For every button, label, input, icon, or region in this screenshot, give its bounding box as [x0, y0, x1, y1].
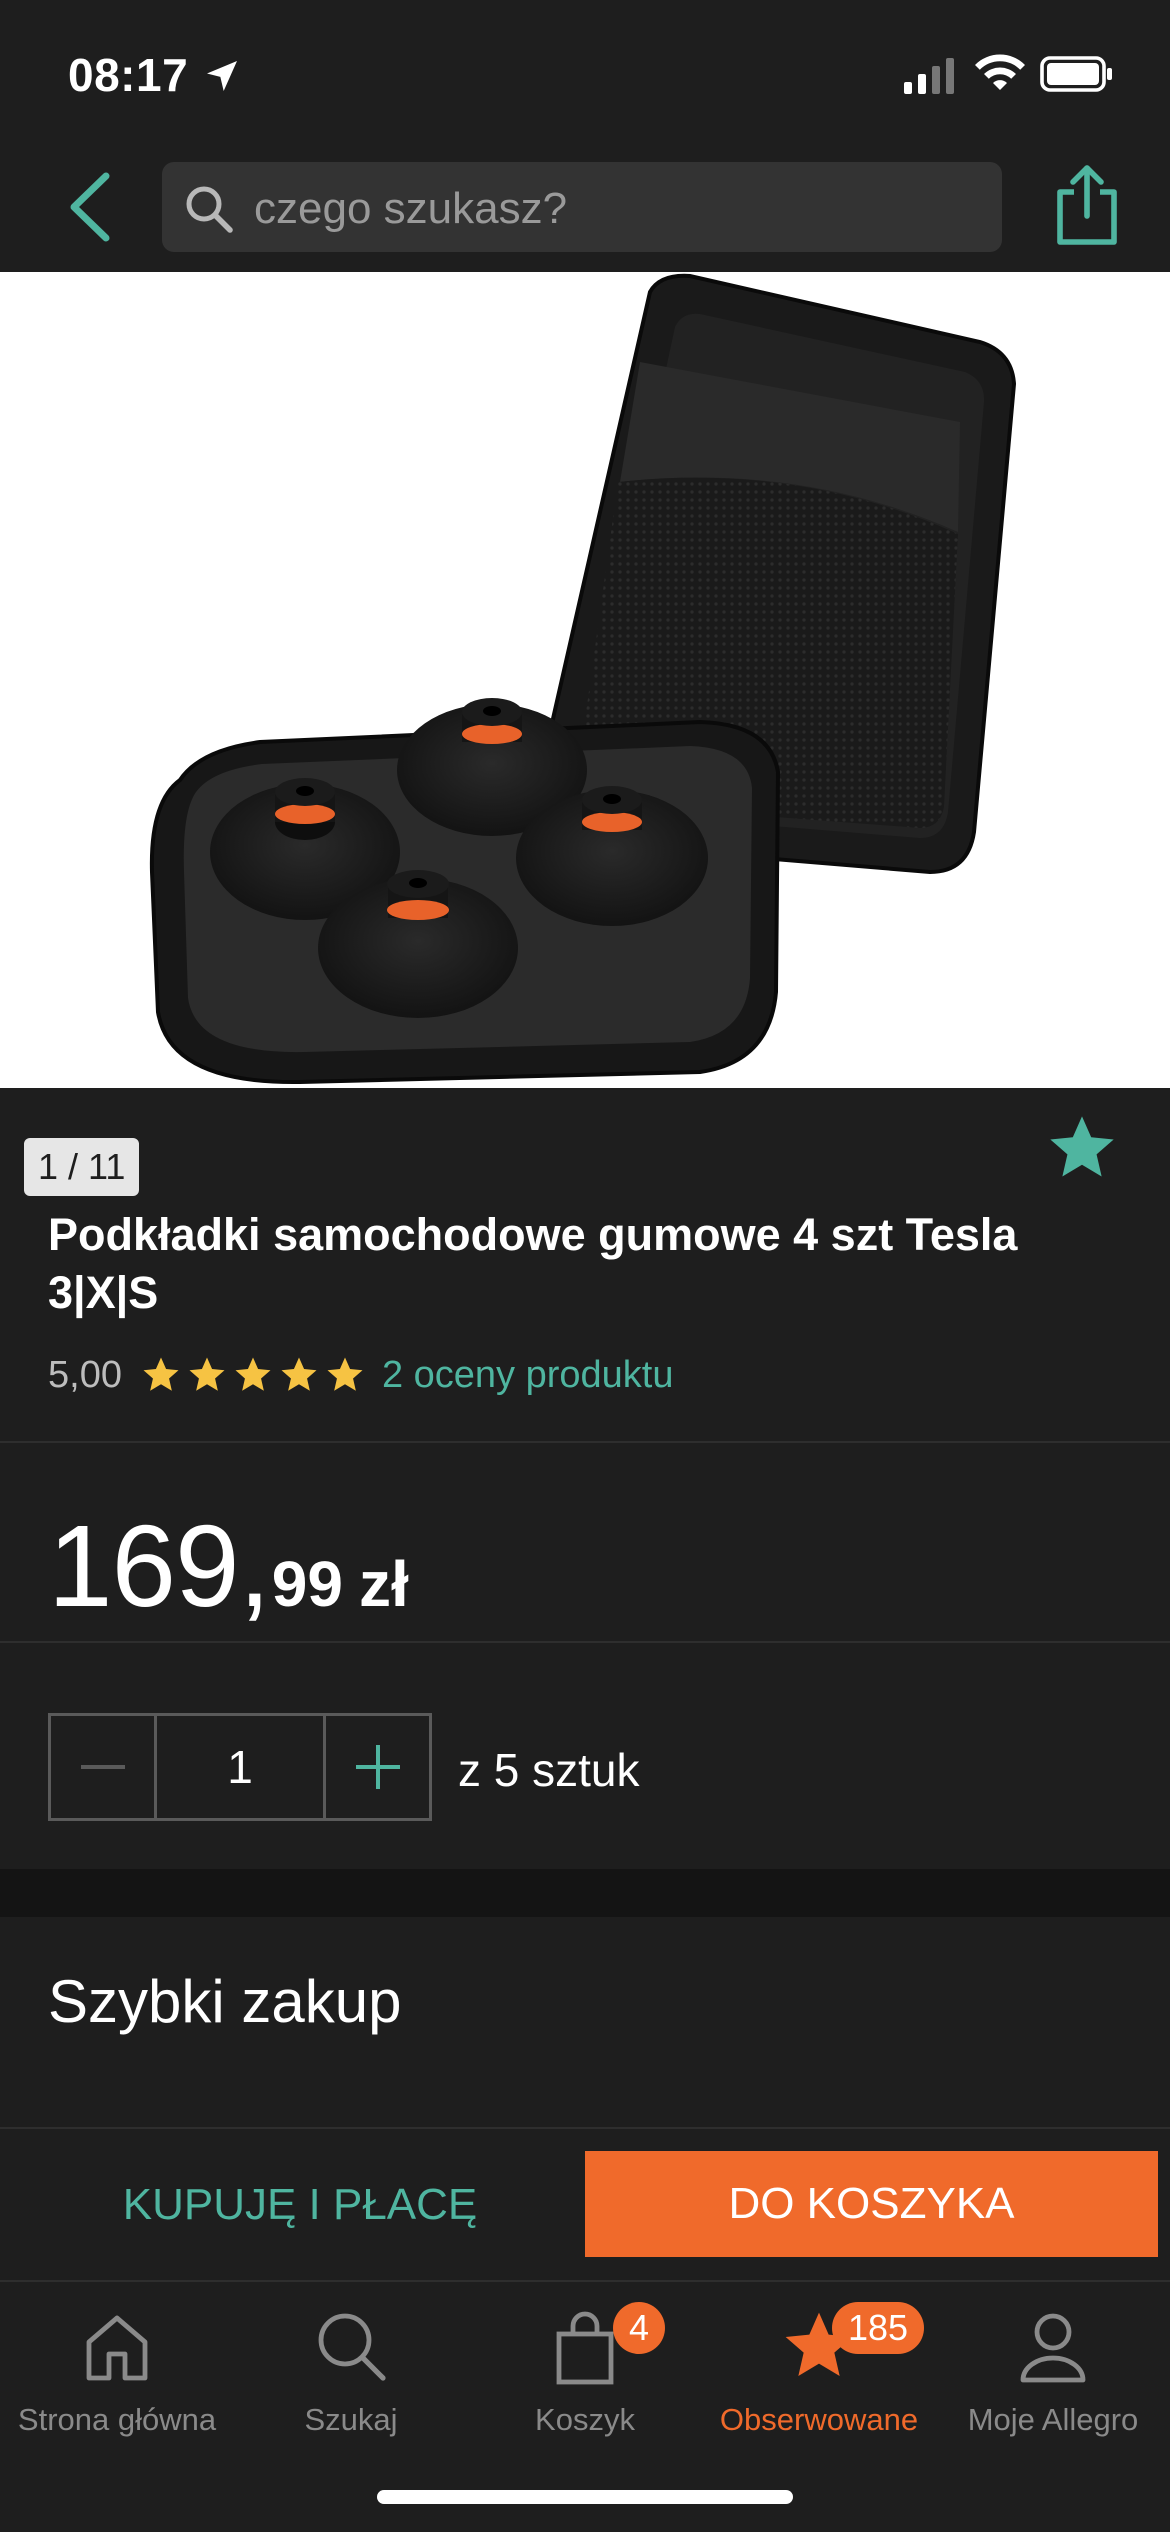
price-section: 169, 99 zł	[0, 1443, 1170, 1643]
home-indicator[interactable]	[377, 2490, 793, 2504]
tab-label: Moje Allegro	[967, 2402, 1139, 2437]
rating-row: 5,00 2 oceny produktu	[48, 1350, 674, 1400]
tab-label: Strona główna	[17, 2402, 217, 2437]
ratings-link[interactable]: 2 oceny produktu	[382, 1354, 674, 1397]
rating-stars	[140, 1354, 370, 1396]
product-details: 1 / 11 Podkładki samochodowe gumowe 4 sz…	[0, 1088, 1170, 1443]
person-icon	[1020, 2313, 1086, 2383]
quantity-value[interactable]: 1	[157, 1716, 323, 1818]
price: 169, 99 zł	[48, 1499, 409, 1633]
quick-buy-title: Szybki zakup	[48, 1968, 402, 2035]
search-placeholder: czego szukasz?	[254, 184, 568, 233]
price-currency: zł	[358, 1548, 409, 1620]
tab-label: Obserwowane	[719, 2402, 919, 2437]
quantity-stepper: 1	[48, 1713, 432, 1821]
price-decimal: 99	[271, 1548, 343, 1620]
product-image[interactable]	[0, 272, 1170, 1088]
search-icon	[318, 2313, 386, 2381]
tab-watched[interactable]: 185 Obserwowane	[702, 2296, 936, 2446]
quick-buy-section: Szybki zakup	[0, 1917, 1170, 2127]
bag-icon	[556, 2311, 614, 2385]
star-icon	[281, 1357, 317, 1391]
cellular-signal-icon	[904, 58, 954, 94]
product-title: Podkładki samochodowe gumowe 4 szt Tesla…	[48, 1209, 1018, 1318]
battery-icon	[1040, 56, 1112, 92]
top-navigation: czego szukasz?	[0, 150, 1170, 272]
search-input[interactable]: czego szukasz?	[162, 162, 1002, 252]
search-icon	[186, 186, 233, 233]
price-integer: 169,	[48, 1501, 271, 1631]
product-photo	[0, 272, 1170, 1088]
rating-value: 5,00	[48, 1353, 122, 1396]
add-to-cart-button[interactable]: DO KOSZYKA	[585, 2151, 1158, 2257]
location-arrow-icon	[207, 61, 237, 91]
minus-icon	[80, 1765, 125, 1769]
tab-my-allegro[interactable]: Moje Allegro	[936, 2296, 1170, 2446]
tab-label: Koszyk	[535, 2402, 635, 2437]
quantity-section: 1 z 5 sztuk	[0, 1643, 1170, 1869]
action-bar: KUPUJĘ I PŁACĘ DO KOSZYKA	[0, 2127, 1170, 2282]
section-divider	[0, 1869, 1170, 1917]
increase-quantity-button[interactable]	[323, 1716, 429, 1818]
star-icon	[143, 1357, 179, 1391]
buy-now-button[interactable]: KUPUJĘ I PŁACĘ	[30, 2153, 570, 2257]
star-icon	[189, 1357, 225, 1391]
status-bar: 08:17	[0, 0, 1170, 150]
photo-counter: 1 / 11	[24, 1138, 140, 1196]
tab-label: Szukaj	[304, 2402, 398, 2437]
star-icon	[235, 1357, 271, 1391]
home-icon	[86, 2315, 148, 2381]
tab-cart[interactable]: 4 Koszyk	[468, 2296, 702, 2446]
cart-badge: 4	[613, 2302, 666, 2354]
back-chevron-icon[interactable]	[58, 170, 118, 244]
watch-star-icon[interactable]	[1044, 1110, 1120, 1186]
decrease-quantity-button[interactable]	[51, 1716, 157, 1818]
share-icon[interactable]	[1052, 164, 1122, 246]
status-time: 08:17	[68, 49, 189, 101]
tab-home[interactable]: Strona główna	[0, 2296, 234, 2446]
available-quantity: z 5 sztuk	[458, 1744, 640, 1796]
wifi-icon	[975, 54, 1025, 90]
watched-badge: 185	[832, 2302, 925, 2354]
tab-search[interactable]: Szukaj	[234, 2296, 468, 2446]
plus-icon	[355, 1745, 400, 1789]
star-icon	[327, 1357, 363, 1391]
